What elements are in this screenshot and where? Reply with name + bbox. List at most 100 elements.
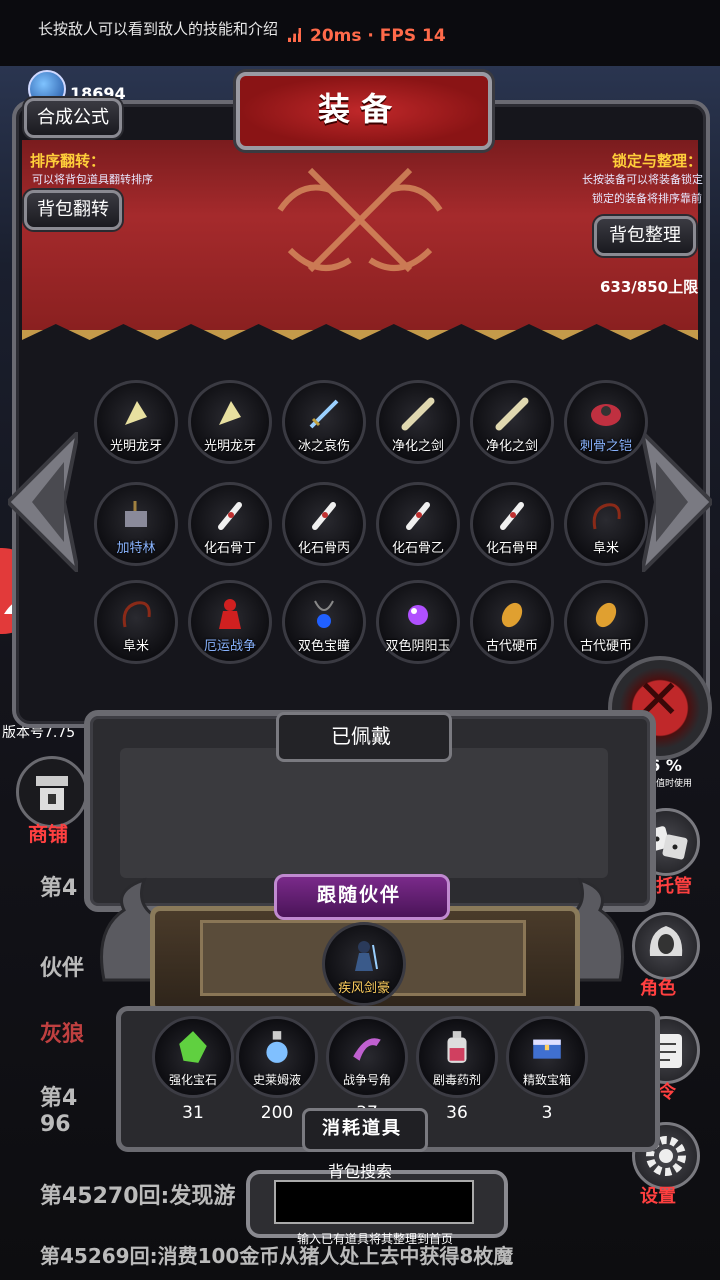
- signal-icon: [288, 28, 304, 42]
- inventory-item-label: 古代硬币: [485, 639, 538, 654]
- sort-title: 排序翻转：: [30, 152, 106, 170]
- hint-text: 长按敌人可以看到敌人的技能和介绍: [38, 20, 279, 38]
- inventory-item[interactable]: 化石骨丁: [188, 482, 272, 566]
- inventory-item[interactable]: 净化之剑: [470, 380, 554, 464]
- consumables-title: 消耗道具: [322, 1118, 402, 1139]
- bone-fang-icon: [219, 401, 241, 425]
- log-line: 第45270回:发现游: [40, 1184, 236, 1209]
- inventory-item[interactable]: 阜米: [94, 580, 178, 664]
- flip-button[interactable]: 背包翻转: [24, 190, 122, 230]
- ice-sword-icon: [309, 399, 339, 429]
- crossed-swords-icon: [277, 167, 443, 273]
- inventory-item-label: 加特林: [116, 541, 156, 556]
- lock-note-1: 长按装备可以将装备锁定: [582, 173, 703, 186]
- inventory-item[interactable]: 古代硬币: [564, 580, 648, 664]
- inventory-item-label: 净化之剑: [485, 439, 538, 454]
- inventory-item[interactable]: 双色阴阳玉: [376, 580, 460, 664]
- swordsman-icon: [355, 941, 378, 971]
- role-button[interactable]: [632, 912, 700, 980]
- horn-icon: [353, 1038, 381, 1061]
- coin-icon: [501, 602, 523, 628]
- whip-icon: [592, 503, 621, 530]
- inventory-item[interactable]: 化石骨甲: [470, 482, 554, 566]
- inventory-item-label: 化石骨乙: [391, 541, 444, 556]
- inventory-item[interactable]: 刺骨之铠: [564, 380, 648, 464]
- inventory-item[interactable]: 光明龙牙: [94, 380, 178, 464]
- consumable-item[interactable]: 剧毒药剂 36: [416, 1016, 498, 1123]
- settings-label: 设置: [640, 1186, 676, 1207]
- hooded-figure-icon: [649, 926, 683, 956]
- inventory-item[interactable]: 古代硬币: [470, 580, 554, 664]
- whip-icon: [122, 601, 151, 628]
- consumable-item[interactable]: 战争号角37: [326, 1016, 408, 1123]
- inventory-item-label: 净化之剑: [391, 439, 444, 454]
- search-input[interactable]: [274, 1180, 474, 1224]
- log-line: 96: [40, 1112, 71, 1137]
- consumable-item[interactable]: 强化宝石 31: [152, 1016, 234, 1123]
- inventory-item-label: 阜米: [592, 541, 619, 556]
- inventory-item-label: 化石骨丙: [297, 541, 350, 556]
- consumable-label: 史莱姆液: [252, 1073, 301, 1087]
- companion-title: 跟随伙伴: [316, 884, 401, 906]
- log-line: 伙伴: [40, 956, 85, 981]
- inventory-item[interactable]: 化石骨丙: [282, 482, 366, 566]
- consumable-label: 精致宝箱: [522, 1073, 571, 1087]
- inventory-item-label: 冰之哀伤: [297, 439, 350, 454]
- inventory-item[interactable]: 双色宝瞳: [282, 580, 366, 664]
- search-label: 背包搜索: [327, 1162, 392, 1181]
- sword-icon: [495, 397, 529, 431]
- log-line: 第4: [40, 1086, 78, 1111]
- inventory-item-label: 刺骨之铠: [579, 439, 632, 454]
- formula-button[interactable]: 合成公式: [24, 98, 122, 138]
- inventory-item-label: 古代硬币: [579, 639, 632, 654]
- companion-name: 疾风剑豪: [337, 981, 390, 996]
- shop-icon: [36, 776, 68, 810]
- worn-slots-area: [120, 748, 608, 878]
- bone-icon: [406, 502, 430, 530]
- consumable-item[interactable]: 史莱姆液 200: [236, 1016, 318, 1123]
- inventory-item[interactable]: 光明龙牙: [188, 380, 272, 464]
- gatling-icon: [125, 501, 147, 527]
- lock-note-2: 锁定的装备将排序靠前: [592, 192, 702, 205]
- inventory-item-label: 厄运战争: [203, 639, 256, 654]
- companion-slot[interactable]: 疾风剑豪: [322, 922, 406, 1006]
- inventory-item-label: 化石骨甲: [485, 541, 538, 556]
- chest-icon: [533, 1039, 561, 1059]
- sort-note: 可以将背包道具翻转排序: [32, 173, 153, 186]
- network-fps-indicator: 20ms · FPS 14: [288, 26, 446, 46]
- capacity-label: 633/850上限: [600, 278, 699, 296]
- sword-icon: [401, 397, 435, 431]
- inventory-item-label: 阜米: [122, 639, 149, 654]
- search-hint: 输入已有道具将其整理到首页: [296, 1232, 453, 1246]
- bone-icon: [218, 502, 242, 530]
- inventory-item[interactable]: 化石骨乙: [376, 482, 460, 566]
- panel-title: 装备: [317, 90, 402, 128]
- log-line: 第4: [40, 876, 78, 901]
- orb-icon: [408, 605, 428, 625]
- inventory-item[interactable]: 阜米: [564, 482, 648, 566]
- inventory-item-label: 双色宝瞳: [297, 639, 350, 654]
- consumable-item[interactable]: 精致宝箱 3: [506, 1016, 588, 1123]
- prev-page-arrow[interactable]: [8, 432, 78, 572]
- lock-title: 锁定与整理：: [612, 152, 703, 170]
- inventory-item-label: 光明龙牙: [203, 439, 256, 454]
- coin-icon: [595, 602, 617, 628]
- inventory-item[interactable]: 净化之剑: [376, 380, 460, 464]
- inventory-item-label: 化石骨丁: [203, 541, 256, 556]
- inventory-item[interactable]: 加特林: [94, 482, 178, 566]
- consumable-count: 3: [541, 1103, 553, 1123]
- inventory-item-label: 双色阴阳玉: [385, 639, 451, 654]
- poison-icon: [447, 1031, 467, 1063]
- consumable-label: 战争号角: [342, 1073, 391, 1087]
- inventory-item-label: 光明龙牙: [109, 439, 162, 454]
- role-label: 角色: [640, 978, 676, 999]
- red-warrior-icon: [219, 599, 241, 629]
- tidy-button[interactable]: 背包整理: [594, 216, 696, 256]
- inventory-item[interactable]: 冰之哀伤: [282, 380, 366, 464]
- log-line: 灰狼: [40, 1022, 85, 1047]
- bone-icon: [500, 502, 524, 530]
- bone-fang-icon: [125, 401, 147, 425]
- armor-icon: [591, 404, 621, 426]
- worn-title: 已佩戴: [331, 724, 391, 748]
- inventory-item[interactable]: 厄运战争: [188, 580, 272, 664]
